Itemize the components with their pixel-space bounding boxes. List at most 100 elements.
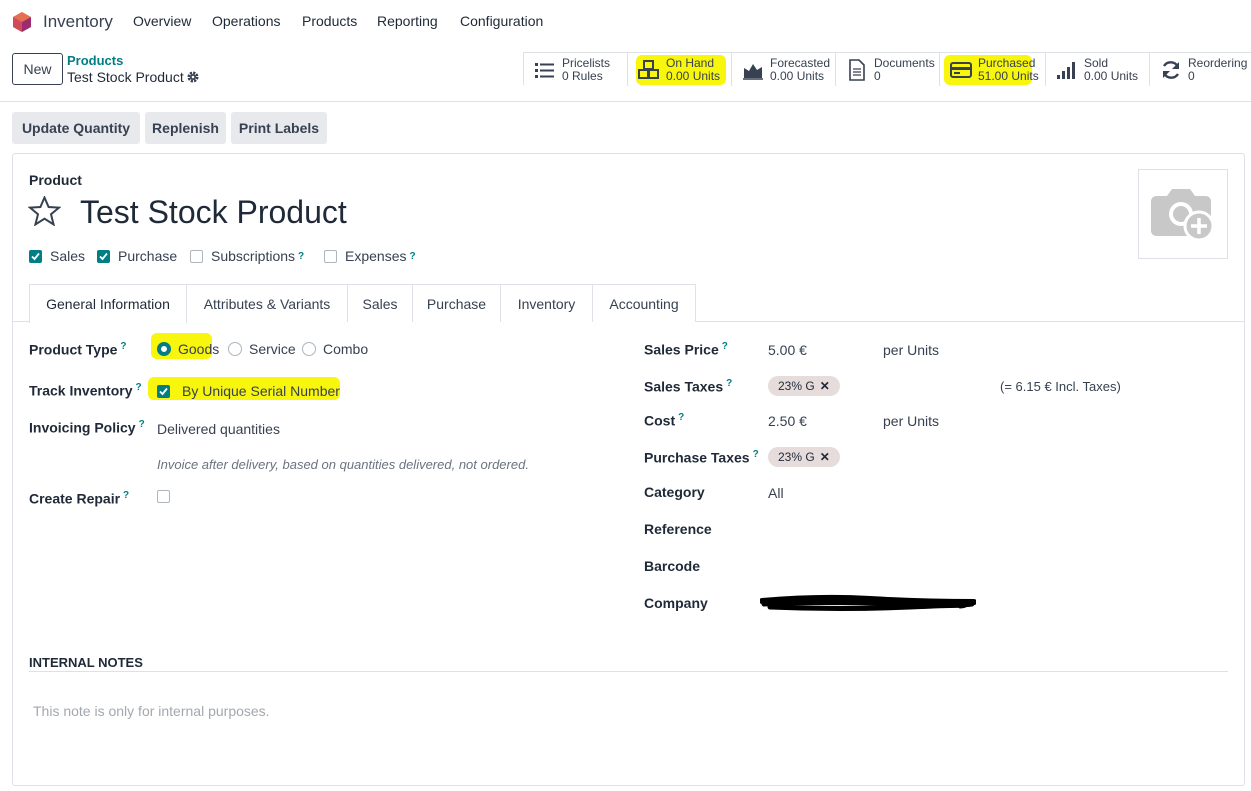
smart-value: 51.00 Units <box>978 68 1039 83</box>
help-tooltip-icon[interactable]: ? <box>726 378 732 389</box>
help-tooltip-icon[interactable]: ? <box>136 382 142 393</box>
sales-tax-tag[interactable]: 23% G ✕ <box>768 376 840 396</box>
smart-value: 0.00 Units <box>1084 68 1139 83</box>
help-tooltip-icon[interactable]: ? <box>678 412 684 423</box>
signal-icon <box>1057 61 1075 79</box>
tracking-select[interactable]: By Unique Serial Number <box>182 383 340 399</box>
help-tooltip-icon[interactable]: ? <box>120 341 126 352</box>
forecasted-smart-button[interactable]: Forecasted 0.00 Units <box>732 53 836 86</box>
menu-configuration[interactable]: Configuration <box>460 13 543 29</box>
label-text: Create Repair <box>29 490 121 507</box>
label-text: Track Inventory <box>29 382 133 399</box>
remove-tag-icon[interactable]: ✕ <box>820 450 830 464</box>
tag-label: 23% G <box>778 379 815 393</box>
cost-label: Cost? <box>644 412 684 429</box>
pricelists-smart-button[interactable]: Pricelists 0 Rules <box>524 53 628 86</box>
gear-icon[interactable] <box>186 70 200 84</box>
sales-price-input[interactable]: 5.00 € <box>768 342 807 358</box>
tab-purchase[interactable]: Purchase <box>412 284 501 322</box>
menu-overview[interactable]: Overview <box>133 13 191 29</box>
replenish-button[interactable]: Replenish <box>145 112 226 144</box>
radio-label: Combo <box>323 341 369 357</box>
label-text: Invoicing Policy <box>29 419 136 436</box>
label-text: Product Type <box>29 341 118 358</box>
update-quantity-button[interactable]: Update Quantity <box>12 112 140 144</box>
menu-operations[interactable]: Operations <box>212 13 280 29</box>
product-image-upload[interactable] <box>1138 169 1228 259</box>
tab-inventory[interactable]: Inventory <box>500 284 593 322</box>
checkbox-label: Sales <box>50 248 86 264</box>
inventory-app-icon[interactable] <box>12 11 32 33</box>
radio-dot[interactable] <box>302 342 316 356</box>
star-icon[interactable] <box>28 196 61 226</box>
remove-tag-icon[interactable]: ✕ <box>820 379 830 393</box>
cost-input[interactable]: 2.50 € <box>768 413 807 429</box>
purchase-tax-tag[interactable]: 23% G ✕ <box>768 447 840 467</box>
internal-notes-input[interactable]: This note is only for internal purposes. <box>33 703 270 719</box>
product-type-combo-radio[interactable]: Combo <box>302 341 368 357</box>
checkbox-box[interactable] <box>190 249 203 263</box>
internal-notes-title: INTERNAL NOTES <box>29 655 143 670</box>
incl-taxes-text: (= 6.15 € Incl. Taxes) <box>1000 379 1121 394</box>
smart-value: 0 <box>874 68 881 83</box>
label-text: Purchase Taxes <box>644 449 750 466</box>
documents-smart-button[interactable]: Documents 0 <box>836 53 940 86</box>
invoicing-policy-help: Invoice after delivery, based on quantit… <box>157 457 529 472</box>
expenses-checkbox[interactable]: Expenses? <box>324 248 416 264</box>
radio-dot[interactable] <box>228 342 242 356</box>
category-label: Category <box>644 484 705 500</box>
invoicing-policy-select[interactable]: Delivered quantities <box>157 421 280 437</box>
help-tooltip-icon[interactable]: ? <box>139 419 145 430</box>
purchase-checkbox[interactable]: Purchase <box>97 248 177 264</box>
product-type-service-radio[interactable]: Service <box>228 341 296 357</box>
help-tooltip-icon[interactable]: ? <box>298 251 304 262</box>
checkbox-box[interactable] <box>157 384 170 398</box>
create-repair-checkbox[interactable] <box>157 490 170 503</box>
app-name[interactable]: Inventory <box>43 12 113 32</box>
smart-label: Forecasted <box>770 55 831 70</box>
radio-dot[interactable] <box>157 342 171 356</box>
product-label: Product <box>29 172 82 188</box>
help-tooltip-icon[interactable]: ? <box>753 449 759 460</box>
help-tooltip-icon[interactable]: ? <box>722 341 728 352</box>
product-type-goods-radio[interactable]: Goods <box>157 341 219 357</box>
subscriptions-checkbox[interactable]: Subscriptions? <box>190 248 304 264</box>
help-tooltip-icon[interactable]: ? <box>409 251 415 262</box>
smart-value: 0.00 Units <box>666 68 721 83</box>
smart-label: Sold <box>1084 55 1109 70</box>
product-type-label: Product Type? <box>29 341 127 358</box>
track-inventory-label: Track Inventory? <box>29 382 142 399</box>
tab-attributes-variants[interactable]: Attributes & Variants <box>186 284 348 322</box>
menu-products[interactable]: Products <box>302 13 357 29</box>
help-tooltip-icon[interactable]: ? <box>123 490 129 501</box>
category-select[interactable]: All <box>768 485 784 501</box>
checkbox-box[interactable] <box>29 249 42 263</box>
tab-accounting[interactable]: Accounting <box>592 284 696 322</box>
checkbox-label: Subscriptions <box>211 248 296 264</box>
menu-reporting[interactable]: Reporting <box>377 13 438 29</box>
camera-add-icon <box>1151 189 1215 242</box>
company-label: Company <box>644 595 708 611</box>
tab-general-information[interactable]: General Information <box>29 284 187 323</box>
area-chart-icon <box>743 63 763 80</box>
smart-buttons: Pricelists 0 Rules On Hand 0.00 Units Fore… <box>523 52 1251 86</box>
sales-checkbox[interactable]: Sales <box>29 248 85 264</box>
smart-label: On Hand <box>666 55 715 70</box>
document-icon <box>849 58 865 81</box>
on-hand-smart-button[interactable]: On Hand 0.00 Units <box>628 53 732 86</box>
print-labels-button[interactable]: Print Labels <box>231 112 327 144</box>
reordering-rules-smart-button[interactable]: Reordering R0 <box>1150 53 1251 86</box>
new-button[interactable]: New <box>12 53 63 85</box>
sold-smart-button[interactable]: Sold 0.00 Units <box>1046 53 1150 86</box>
product-name[interactable]: Test Stock Product <box>80 194 347 231</box>
list-icon <box>535 62 554 78</box>
sales-price-label: Sales Price? <box>644 341 728 358</box>
breadcrumb-products[interactable]: Products <box>67 53 123 68</box>
checkbox-box[interactable] <box>324 249 337 263</box>
track-inventory-checkbox[interactable]: By Unique Serial Number <box>157 383 340 399</box>
purchased-smart-button[interactable]: Purchased 51.00 Units <box>940 53 1046 86</box>
smart-label: Pricelists <box>562 55 611 70</box>
control-panel-divider <box>0 101 1251 102</box>
tab-sales[interactable]: Sales <box>347 284 413 322</box>
checkbox-box[interactable] <box>97 249 110 263</box>
